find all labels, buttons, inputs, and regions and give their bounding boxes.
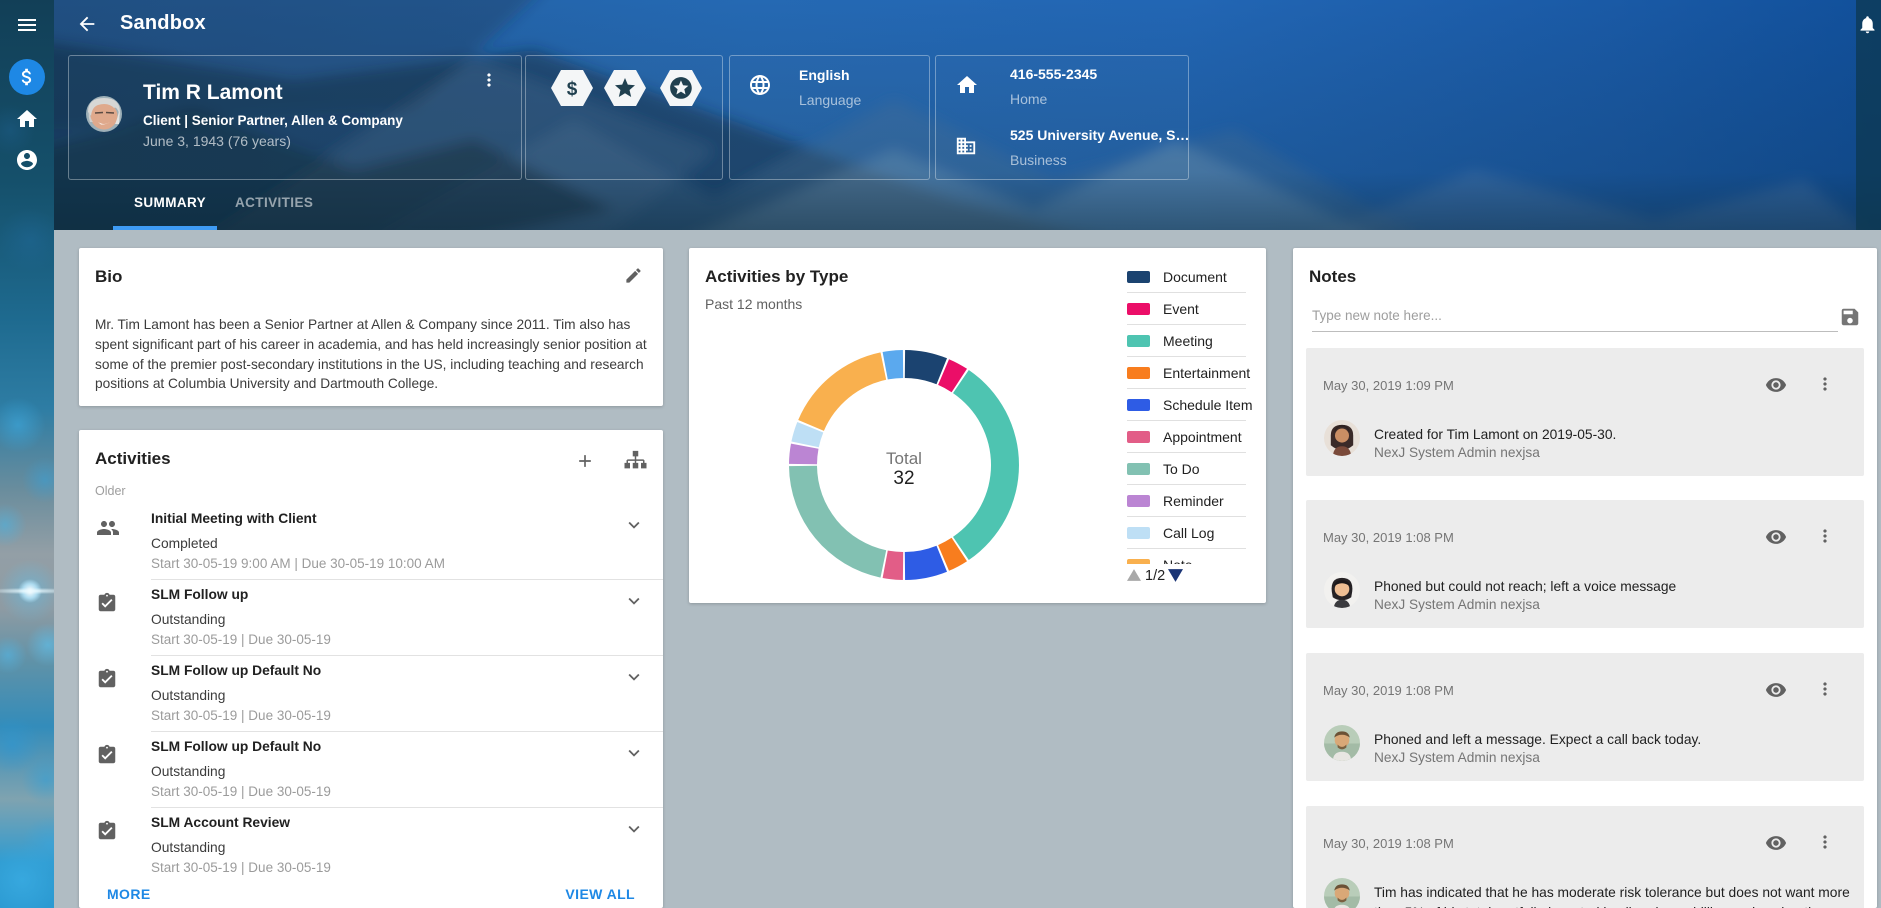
svg-text:$: $ — [567, 79, 578, 100]
svg-text:32: 32 — [893, 468, 914, 489]
svg-text:Total: Total — [886, 449, 922, 468]
